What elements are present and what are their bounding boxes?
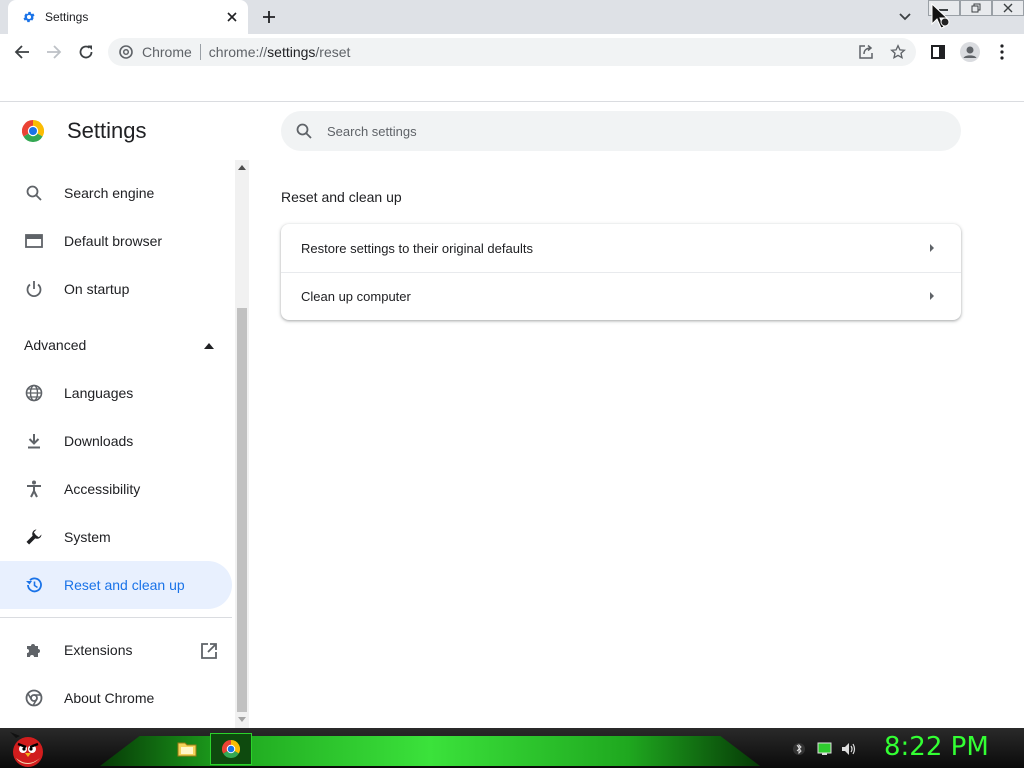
search-icon <box>24 183 44 203</box>
history-icon <box>24 575 44 595</box>
taskbar-clock[interactable]: 8:22 PM <box>884 732 989 762</box>
chrome-logo-icon <box>22 120 44 142</box>
side-panel-icon <box>931 45 945 59</box>
sidebar-divider <box>0 617 232 618</box>
profile-button[interactable] <box>956 38 984 66</box>
globe-icon <box>24 383 44 403</box>
tab-title: Settings <box>45 10 89 24</box>
scroll-down-arrow-icon[interactable] <box>237 716 247 724</box>
network-icon[interactable] <box>817 742 832 755</box>
browser-icon <box>24 231 44 251</box>
bookmarks-bar <box>0 71 1024 102</box>
sidebar-item-label: System <box>64 529 111 545</box>
chrome-icon[interactable] <box>118 44 134 60</box>
restore-defaults-row[interactable]: Restore settings to their original defau… <box>281 224 961 272</box>
forward-button[interactable] <box>40 38 68 66</box>
restore-button[interactable] <box>960 0 992 16</box>
sidebar-item-extensions[interactable]: Extensions <box>0 626 232 674</box>
avatar <box>960 42 980 62</box>
url-host: settings <box>267 44 316 60</box>
sidebar-item-about-chrome[interactable]: About Chrome <box>0 674 232 722</box>
sidebar-item-default-browser[interactable]: Default browser <box>0 217 232 265</box>
side-panel-button[interactable] <box>924 38 952 66</box>
bookmark-button[interactable] <box>884 38 912 66</box>
url-suffix: /reset <box>315 44 351 60</box>
chevron-down-icon[interactable] <box>895 7 915 27</box>
wrench-icon <box>24 527 44 547</box>
menu-button[interactable] <box>988 38 1016 66</box>
scroll-up-arrow-icon[interactable] <box>237 163 247 171</box>
sidebar-item-system[interactable]: System <box>0 513 232 561</box>
share-button[interactable] <box>852 38 880 66</box>
taskbar-glow <box>100 736 760 766</box>
arrow-right-icon <box>930 292 934 300</box>
close-icon[interactable] <box>224 9 240 25</box>
chrome-icon <box>222 740 240 758</box>
external-link-icon[interactable] <box>200 642 218 660</box>
sidebar-item-label: Downloads <box>64 433 134 449</box>
share-icon <box>859 44 873 59</box>
reset-card: Restore settings to their original defau… <box>281 224 961 320</box>
sidebar-item-label: Default browser <box>64 233 163 249</box>
sidebar-item-label: Languages <box>64 385 134 401</box>
sidebar-item-accessibility[interactable]: Accessibility <box>0 465 232 513</box>
gear-icon <box>21 9 37 25</box>
row-label: Clean up computer <box>301 288 411 304</box>
search-placeholder: Search settings <box>327 123 417 139</box>
sidebar-item-label: Reset and clean up <box>64 577 185 593</box>
arrow-left-icon <box>14 45 29 59</box>
tab-settings[interactable]: Settings <box>8 0 248 34</box>
taskbar-chrome-button[interactable] <box>210 733 252 765</box>
sidebar-item-downloads[interactable]: Downloads <box>0 417 232 465</box>
omnibox-divider <box>199 44 201 60</box>
sidebar-item-label: Accessibility <box>64 481 141 497</box>
search-icon <box>295 122 313 140</box>
folder-icon[interactable] <box>176 738 198 760</box>
chevron-up-icon[interactable] <box>204 342 214 350</box>
volume-icon[interactable] <box>842 743 856 755</box>
sidebar-item-reset-and-clean-up[interactable]: Reset and clean up <box>0 561 232 609</box>
clean-up-computer-row[interactable]: Clean up computer <box>281 272 961 320</box>
sidebar-item-label: Search engine <box>64 185 155 201</box>
chrome-icon <box>24 688 44 708</box>
more-vert-icon <box>1000 44 1004 60</box>
section-title: Reset and clean up <box>281 189 402 205</box>
accessibility-icon <box>24 479 44 499</box>
row-label: Restore settings to their original defau… <box>301 240 533 256</box>
sidebar-item-search-engine[interactable]: Search engine <box>0 169 232 217</box>
close-window-button[interactable] <box>992 0 1024 16</box>
reload-icon <box>79 45 93 59</box>
download-icon <box>24 431 44 451</box>
address-bar[interactable]: Chrome chrome://settings/reset <box>108 38 916 66</box>
sidebar-item-label: About Chrome <box>64 690 155 706</box>
bluetooth-icon[interactable] <box>793 743 805 755</box>
system-tray[interactable] <box>788 740 868 758</box>
url-prefix: chrome:// <box>208 44 268 60</box>
advanced-section-toggle[interactable]: Advanced <box>24 337 86 353</box>
puzzle-icon <box>24 640 44 660</box>
reload-button[interactable] <box>72 38 100 66</box>
start-button[interactable] <box>4 728 48 768</box>
star-icon <box>890 44 906 59</box>
arrow-right-icon <box>47 45 62 59</box>
new-tab-button[interactable] <box>258 6 280 28</box>
back-button[interactable] <box>8 38 36 66</box>
mouse-cursor-icon <box>931 2 950 29</box>
url-text: chrome://settings/reset <box>209 44 351 60</box>
sidebar-item-languages[interactable]: Languages <box>0 369 232 417</box>
page-title: Settings <box>67 118 147 143</box>
sidebar-item-label: On startup <box>64 281 130 297</box>
power-icon <box>24 279 44 299</box>
sidebar-item-label: Extensions <box>64 642 133 658</box>
arrow-right-icon <box>930 244 934 252</box>
scrollbar-thumb[interactable] <box>237 308 247 712</box>
search-input[interactable]: Search settings <box>281 111 961 151</box>
site-label: Chrome <box>142 44 192 60</box>
sidebar-item-on-startup[interactable]: On startup <box>0 265 232 313</box>
